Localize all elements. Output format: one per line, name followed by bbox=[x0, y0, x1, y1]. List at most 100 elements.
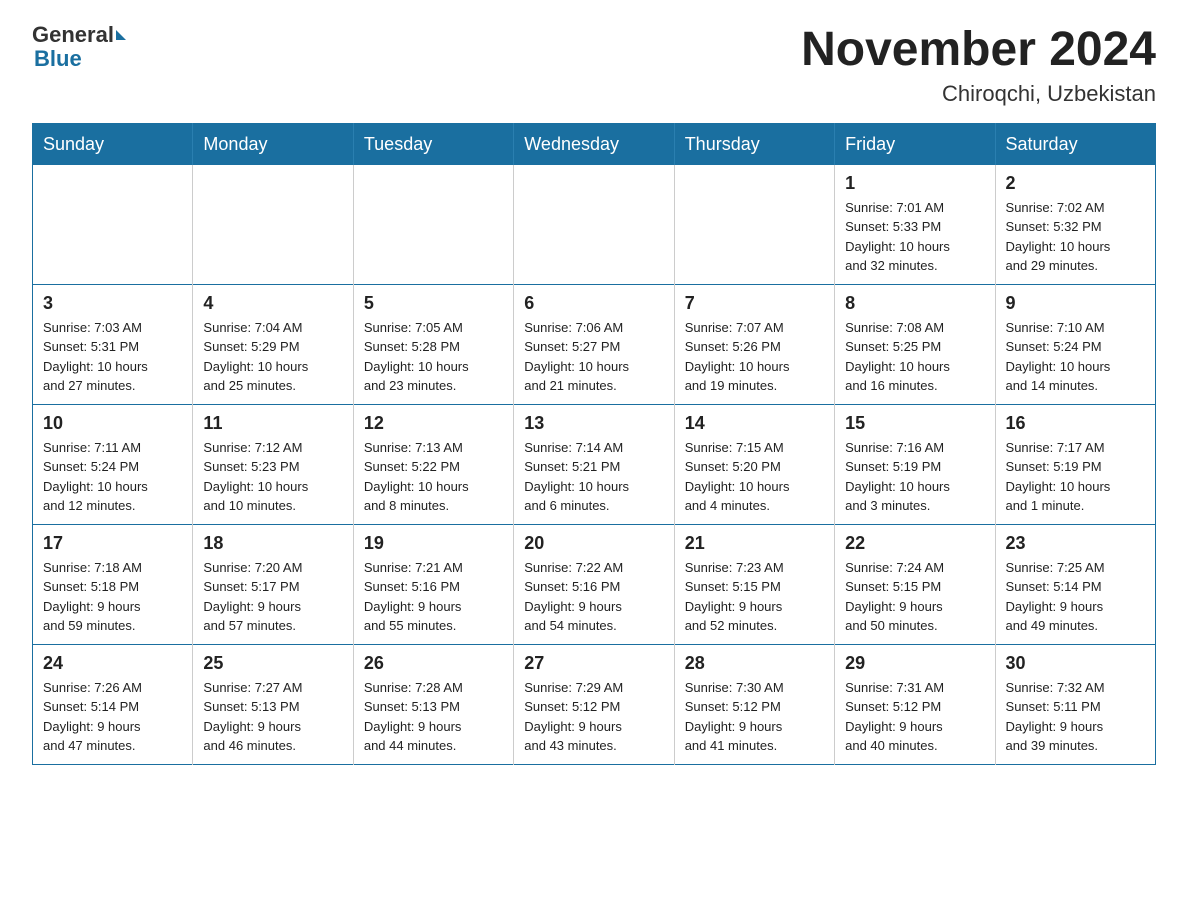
day-number: 19 bbox=[364, 533, 503, 554]
calendar-week-row: 10Sunrise: 7:11 AM Sunset: 5:24 PM Dayli… bbox=[33, 404, 1156, 524]
sun-info: Sunrise: 7:05 AM Sunset: 5:28 PM Dayligh… bbox=[364, 318, 503, 396]
logo: General Blue bbox=[32, 24, 128, 72]
sun-info: Sunrise: 7:27 AM Sunset: 5:13 PM Dayligh… bbox=[203, 678, 342, 756]
sun-info: Sunrise: 7:21 AM Sunset: 5:16 PM Dayligh… bbox=[364, 558, 503, 636]
location-subtitle: Chiroqchi, Uzbekistan bbox=[801, 81, 1156, 107]
sun-info: Sunrise: 7:11 AM Sunset: 5:24 PM Dayligh… bbox=[43, 438, 182, 516]
sun-info: Sunrise: 7:29 AM Sunset: 5:12 PM Dayligh… bbox=[524, 678, 663, 756]
sun-info: Sunrise: 7:22 AM Sunset: 5:16 PM Dayligh… bbox=[524, 558, 663, 636]
calendar-cell: 11 Sunrise: 7:12 AM Sunset: 5:23 PM Dayli… bbox=[193, 404, 353, 524]
sun-info: Sunrise: 7:13 AM Sunset: 5:22 PM Dayligh… bbox=[364, 438, 503, 516]
calendar-cell: 29Sunrise: 7:31 AM Sunset: 5:12 PM Dayli… bbox=[835, 644, 995, 764]
calendar-cell bbox=[193, 165, 353, 285]
calendar-cell: 3 Sunrise: 7:03 AM Sunset: 5:31 PM Daylig… bbox=[33, 284, 193, 404]
calendar-cell: 26Sunrise: 7:28 AM Sunset: 5:13 PM Dayli… bbox=[353, 644, 513, 764]
weekday-header-wednesday: Wednesday bbox=[514, 123, 674, 165]
day-number: 27 bbox=[524, 653, 663, 674]
day-number: 25 bbox=[203, 653, 342, 674]
calendar-cell: 10Sunrise: 7:11 AM Sunset: 5:24 PM Dayli… bbox=[33, 404, 193, 524]
sun-info: Sunrise: 7:16 AM Sunset: 5:19 PM Dayligh… bbox=[845, 438, 984, 516]
calendar-week-row: 3 Sunrise: 7:03 AM Sunset: 5:31 PM Daylig… bbox=[33, 284, 1156, 404]
sun-info: Sunrise: 7:18 AM Sunset: 5:18 PM Dayligh… bbox=[43, 558, 182, 636]
logo-triangle-icon bbox=[116, 30, 126, 40]
sun-info: Sunrise: 7:31 AM Sunset: 5:12 PM Dayligh… bbox=[845, 678, 984, 756]
day-number: 16 bbox=[1006, 413, 1145, 434]
logo-blue-text: Blue bbox=[34, 46, 82, 71]
day-number: 28 bbox=[685, 653, 824, 674]
calendar-header-row: SundayMondayTuesdayWednesdayThursdayFrid… bbox=[33, 123, 1156, 165]
calendar-cell: 17 Sunrise: 7:18 AM Sunset: 5:18 PM Dayli… bbox=[33, 524, 193, 644]
sun-info: Sunrise: 7:07 AM Sunset: 5:26 PM Dayligh… bbox=[685, 318, 824, 396]
sun-info: Sunrise: 7:01 AM Sunset: 5:33 PM Dayligh… bbox=[845, 198, 984, 276]
sun-info: Sunrise: 7:04 AM Sunset: 5:29 PM Dayligh… bbox=[203, 318, 342, 396]
calendar-cell: 19 Sunrise: 7:21 AM Sunset: 5:16 PM Dayli… bbox=[353, 524, 513, 644]
calendar-table: SundayMondayTuesdayWednesdayThursdayFrid… bbox=[32, 123, 1156, 765]
header: General Blue November 2024 Chiroqchi, Uz… bbox=[32, 24, 1156, 107]
day-number: 14 bbox=[685, 413, 824, 434]
calendar-week-row: 24Sunrise: 7:26 AM Sunset: 5:14 PM Dayli… bbox=[33, 644, 1156, 764]
calendar-cell: 24Sunrise: 7:26 AM Sunset: 5:14 PM Dayli… bbox=[33, 644, 193, 764]
calendar-cell: 2 Sunrise: 7:02 AM Sunset: 5:32 PM Daylig… bbox=[995, 165, 1155, 285]
day-number: 23 bbox=[1006, 533, 1145, 554]
day-number: 8 bbox=[845, 293, 984, 314]
title-area: November 2024 Chiroqchi, Uzbekistan bbox=[801, 24, 1156, 107]
day-number: 18 bbox=[203, 533, 342, 554]
sun-info: Sunrise: 7:28 AM Sunset: 5:13 PM Dayligh… bbox=[364, 678, 503, 756]
sun-info: Sunrise: 7:30 AM Sunset: 5:12 PM Dayligh… bbox=[685, 678, 824, 756]
calendar-cell bbox=[353, 165, 513, 285]
month-title: November 2024 bbox=[801, 24, 1156, 77]
sun-info: Sunrise: 7:03 AM Sunset: 5:31 PM Dayligh… bbox=[43, 318, 182, 396]
sun-info: Sunrise: 7:15 AM Sunset: 5:20 PM Dayligh… bbox=[685, 438, 824, 516]
weekday-header-thursday: Thursday bbox=[674, 123, 834, 165]
sun-info: Sunrise: 7:06 AM Sunset: 5:27 PM Dayligh… bbox=[524, 318, 663, 396]
calendar-cell: 13 Sunrise: 7:14 AM Sunset: 5:21 PM Dayli… bbox=[514, 404, 674, 524]
calendar-cell bbox=[33, 165, 193, 285]
sun-info: Sunrise: 7:23 AM Sunset: 5:15 PM Dayligh… bbox=[685, 558, 824, 636]
day-number: 17 bbox=[43, 533, 182, 554]
weekday-header-tuesday: Tuesday bbox=[353, 123, 513, 165]
sun-info: Sunrise: 7:02 AM Sunset: 5:32 PM Dayligh… bbox=[1006, 198, 1145, 276]
calendar-cell: 22Sunrise: 7:24 AM Sunset: 5:15 PM Dayli… bbox=[835, 524, 995, 644]
day-number: 24 bbox=[43, 653, 182, 674]
weekday-header-sunday: Sunday bbox=[33, 123, 193, 165]
day-number: 3 bbox=[43, 293, 182, 314]
calendar-cell: 8 Sunrise: 7:08 AM Sunset: 5:25 PM Daylig… bbox=[835, 284, 995, 404]
calendar-cell: 6Sunrise: 7:06 AM Sunset: 5:27 PM Daylig… bbox=[514, 284, 674, 404]
calendar-cell: 5 Sunrise: 7:05 AM Sunset: 5:28 PM Daylig… bbox=[353, 284, 513, 404]
calendar-cell: 18 Sunrise: 7:20 AM Sunset: 5:17 PM Dayli… bbox=[193, 524, 353, 644]
calendar-cell: 27 Sunrise: 7:29 AM Sunset: 5:12 PM Dayli… bbox=[514, 644, 674, 764]
day-number: 15 bbox=[845, 413, 984, 434]
day-number: 9 bbox=[1006, 293, 1145, 314]
calendar-cell: 15 Sunrise: 7:16 AM Sunset: 5:19 PM Dayli… bbox=[835, 404, 995, 524]
day-number: 11 bbox=[203, 413, 342, 434]
day-number: 2 bbox=[1006, 173, 1145, 194]
weekday-header-friday: Friday bbox=[835, 123, 995, 165]
sun-info: Sunrise: 7:32 AM Sunset: 5:11 PM Dayligh… bbox=[1006, 678, 1145, 756]
calendar-cell: 16 Sunrise: 7:17 AM Sunset: 5:19 PM Dayli… bbox=[995, 404, 1155, 524]
day-number: 12 bbox=[364, 413, 503, 434]
calendar-cell: 28 Sunrise: 7:30 AM Sunset: 5:12 PM Dayli… bbox=[674, 644, 834, 764]
calendar-cell: 12 Sunrise: 7:13 AM Sunset: 5:22 PM Dayli… bbox=[353, 404, 513, 524]
calendar-week-row: 17 Sunrise: 7:18 AM Sunset: 5:18 PM Dayli… bbox=[33, 524, 1156, 644]
day-number: 5 bbox=[364, 293, 503, 314]
sun-info: Sunrise: 7:17 AM Sunset: 5:19 PM Dayligh… bbox=[1006, 438, 1145, 516]
calendar-cell: 21Sunrise: 7:23 AM Sunset: 5:15 PM Dayli… bbox=[674, 524, 834, 644]
day-number: 20 bbox=[524, 533, 663, 554]
day-number: 1 bbox=[845, 173, 984, 194]
calendar-cell: 30Sunrise: 7:32 AM Sunset: 5:11 PM Dayli… bbox=[995, 644, 1155, 764]
calendar-cell: 1 Sunrise: 7:01 AM Sunset: 5:33 PM Daylig… bbox=[835, 165, 995, 285]
calendar-cell bbox=[514, 165, 674, 285]
calendar-cell bbox=[674, 165, 834, 285]
calendar-cell: 23 Sunrise: 7:25 AM Sunset: 5:14 PM Dayli… bbox=[995, 524, 1155, 644]
calendar-cell: 4Sunrise: 7:04 AM Sunset: 5:29 PM Daylig… bbox=[193, 284, 353, 404]
sun-info: Sunrise: 7:08 AM Sunset: 5:25 PM Dayligh… bbox=[845, 318, 984, 396]
weekday-header-monday: Monday bbox=[193, 123, 353, 165]
sun-info: Sunrise: 7:24 AM Sunset: 5:15 PM Dayligh… bbox=[845, 558, 984, 636]
day-number: 13 bbox=[524, 413, 663, 434]
sun-info: Sunrise: 7:25 AM Sunset: 5:14 PM Dayligh… bbox=[1006, 558, 1145, 636]
sun-info: Sunrise: 7:12 AM Sunset: 5:23 PM Dayligh… bbox=[203, 438, 342, 516]
calendar-cell: 25 Sunrise: 7:27 AM Sunset: 5:13 PM Dayli… bbox=[193, 644, 353, 764]
sun-info: Sunrise: 7:20 AM Sunset: 5:17 PM Dayligh… bbox=[203, 558, 342, 636]
calendar-cell: 20 Sunrise: 7:22 AM Sunset: 5:16 PM Dayli… bbox=[514, 524, 674, 644]
sun-info: Sunrise: 7:14 AM Sunset: 5:21 PM Dayligh… bbox=[524, 438, 663, 516]
